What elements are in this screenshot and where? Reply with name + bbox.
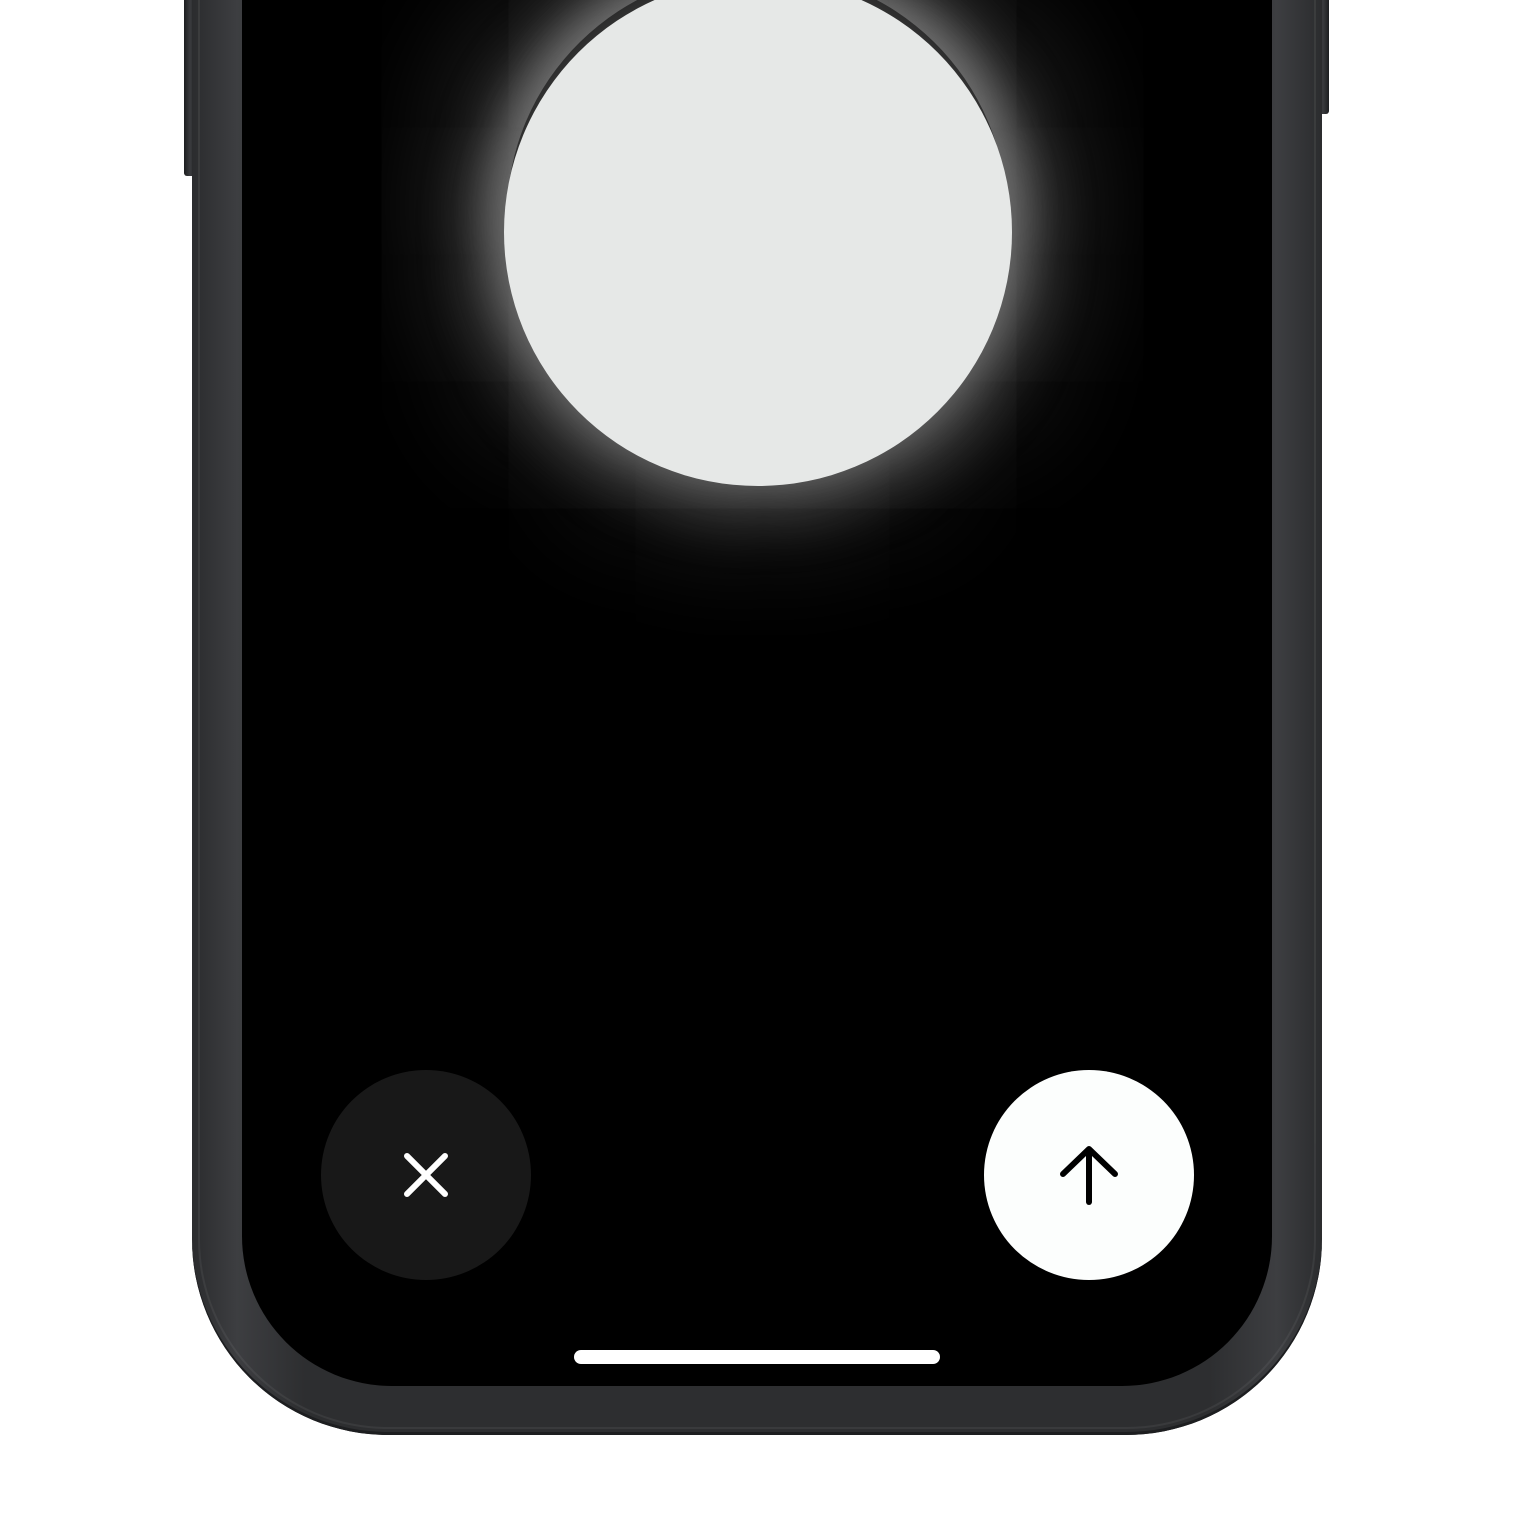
close-icon <box>404 1153 448 1197</box>
arrow-up-icon <box>1060 1146 1118 1205</box>
home-indicator[interactable] <box>574 1350 940 1364</box>
cancel-button[interactable] <box>321 1070 531 1280</box>
voice-orb <box>504 0 1012 486</box>
send-button[interactable] <box>984 1070 1194 1280</box>
phone-screen <box>242 0 1272 1386</box>
screenshot <box>0 0 1513 1513</box>
